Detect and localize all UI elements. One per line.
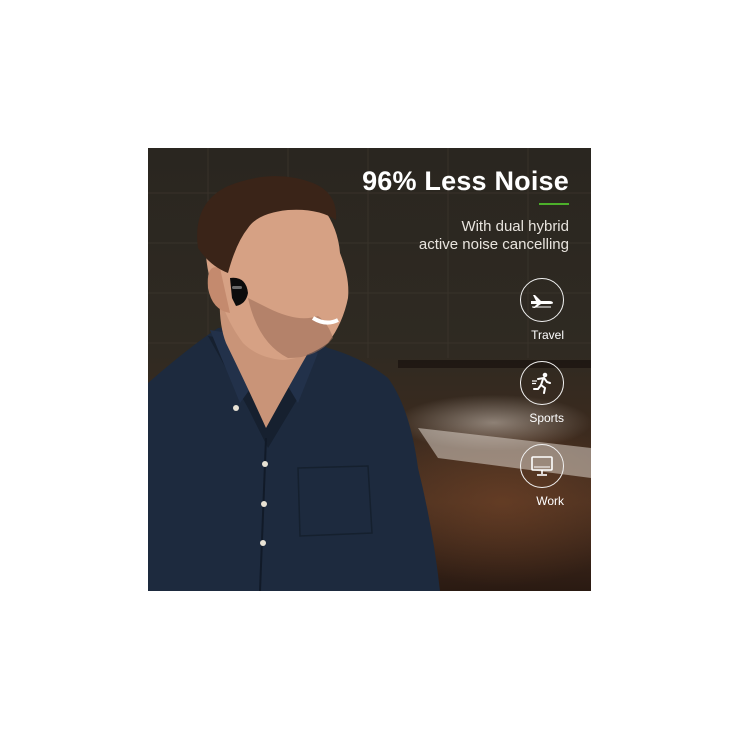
headline: 96% Less Noise — [362, 166, 569, 196]
feature-label-work: Work — [536, 494, 564, 508]
running-person-icon — [532, 372, 551, 394]
product-banner: 96% Less Noise With dual hybrid active n… — [148, 148, 591, 591]
work-icon-circle — [520, 444, 564, 488]
feature-label-travel: Travel — [531, 328, 564, 342]
subtitle-line-1: With dual hybrid — [461, 218, 569, 235]
sports-icon-circle — [520, 361, 564, 405]
feature-sports: Sports — [520, 361, 564, 427]
feature-travel: Travel — [520, 278, 564, 344]
feature-label-sports: Sports — [529, 411, 564, 425]
subtitle: With dual hybrid active noise cancelling — [419, 218, 569, 254]
airplane-icon — [531, 295, 553, 308]
feature-work: Work — [520, 444, 564, 510]
subtitle-line-2: active noise cancelling — [418, 236, 569, 253]
travel-icon-circle — [520, 278, 564, 322]
monitor-icon — [531, 456, 553, 476]
headline-accent-line — [539, 203, 569, 205]
